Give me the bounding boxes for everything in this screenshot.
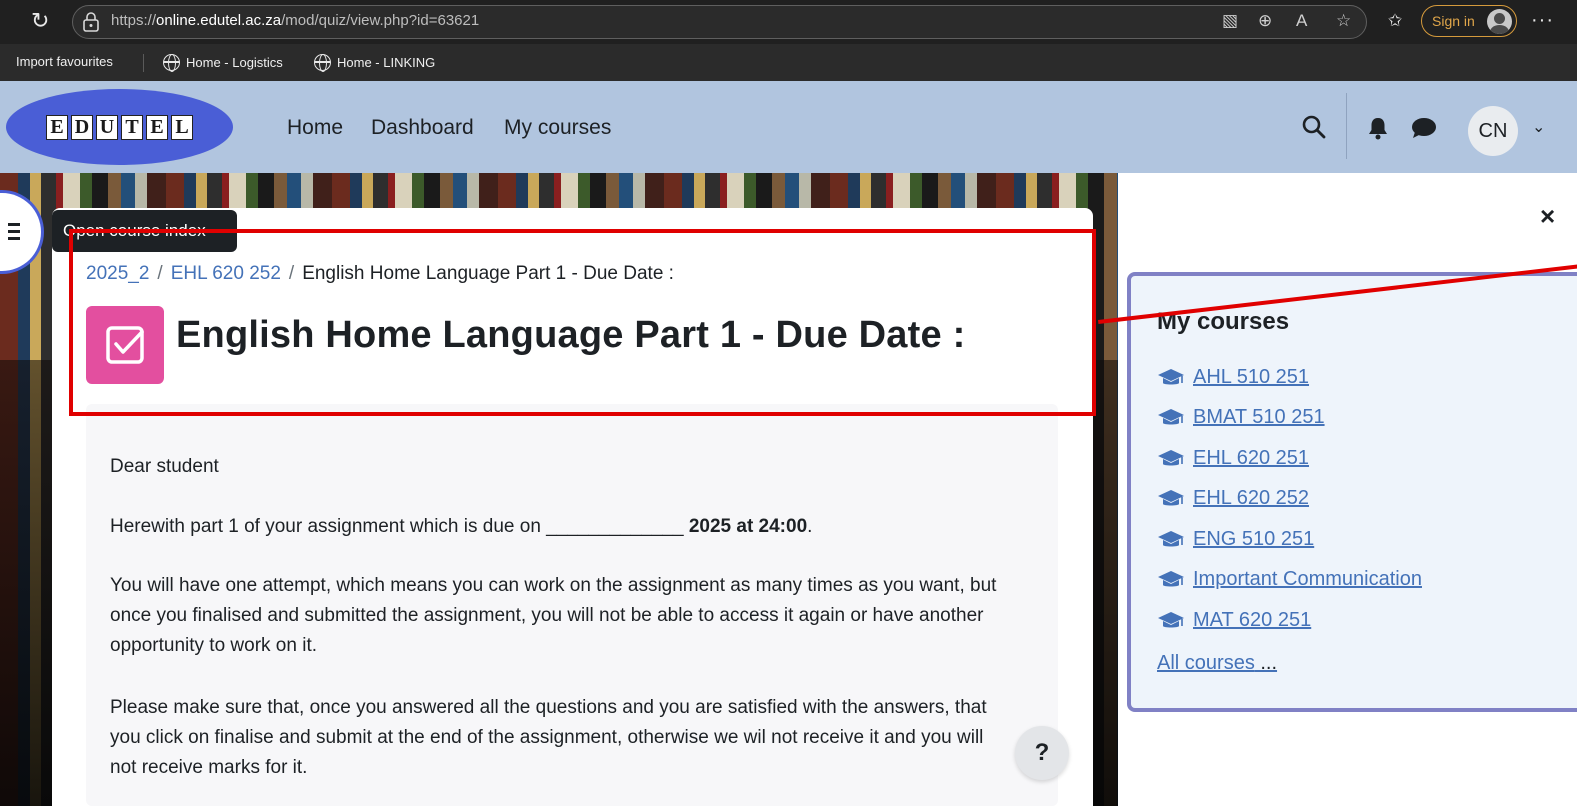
course-link[interactable]: EHL 620 251 [1157, 447, 1309, 470]
course-link[interactable]: Important Communication [1157, 568, 1422, 591]
logo-letter: E [46, 114, 68, 140]
annotation-highlight-box [69, 229, 1096, 416]
menu-icon [8, 223, 20, 244]
course-label: AHL 510 251 [1193, 366, 1310, 388]
all-courses-link[interactable]: All courses ... [1157, 652, 1277, 675]
logo-letter: E [146, 114, 168, 140]
course-label: EHL 620 252 [1193, 487, 1310, 509]
favourite-star-icon[interactable]: ☆ [1336, 11, 1351, 31]
logo-letter: T [121, 114, 143, 140]
favourite-home-logistics[interactable]: Home - Logistics [163, 54, 283, 72]
globe-icon [163, 54, 180, 72]
favourites-list-icon[interactable]: ✩ [1388, 11, 1402, 31]
intro-greeting: Dear student [110, 456, 219, 477]
chevron-down-icon[interactable]: ⌄ [1532, 117, 1545, 137]
course-label: Important Communication [1193, 568, 1422, 590]
intro-attempt-info: You will have one attempt, which means y… [110, 575, 997, 656]
navbar-divider [1346, 93, 1347, 159]
favourites-bar: Import favourites Home - Logistics Home … [0, 44, 1577, 81]
graduation-cap-icon [1158, 489, 1184, 505]
nav-home[interactable]: Home [287, 116, 343, 140]
logo-letter: D [71, 114, 93, 140]
reload-icon[interactable]: ↻ [31, 9, 49, 33]
reader-off-icon[interactable]: ▧ [1222, 11, 1238, 31]
read-aloud-icon[interactable]: A [1296, 11, 1307, 31]
course-link[interactable]: BMAT 510 251 [1157, 406, 1325, 429]
course-link[interactable]: ENG 510 251 [1157, 528, 1314, 551]
site-info-icon[interactable] [82, 12, 100, 32]
close-drawer-icon[interactable]: × [1540, 201, 1555, 232]
profile-avatar-icon [1487, 9, 1512, 34]
zoom-icon[interactable]: ⊕ [1258, 11, 1272, 31]
course-link[interactable]: EHL 620 252 [1157, 487, 1309, 510]
course-link[interactable]: MAT 620 251 [1157, 609, 1311, 632]
url-text[interactable]: https://online.edutel.ac.za/mod/quiz/vie… [111, 12, 479, 29]
graduation-cap-icon [1158, 530, 1184, 546]
favourite-home-linking[interactable]: Home - LINKING [314, 54, 435, 72]
course-label: EHL 620 251 [1193, 447, 1310, 469]
sign-in-button[interactable]: Sign in [1421, 5, 1517, 37]
site-navbar: E D U T E L Home Dashboard My courses CN… [0, 81, 1577, 173]
favourites-divider [143, 54, 144, 72]
messages-chat-icon[interactable] [1411, 117, 1437, 139]
nav-dashboard[interactable]: Dashboard [371, 116, 474, 140]
logo-letter: U [96, 114, 118, 140]
notifications-bell-icon[interactable] [1367, 116, 1389, 140]
import-favourites-link[interactable]: Import favourites [16, 54, 113, 69]
intro-due-date: Herewith part 1 of your assignment which… [110, 516, 813, 537]
course-label: BMAT 510 251 [1193, 406, 1325, 428]
course-label: ENG 510 251 [1193, 528, 1315, 550]
nav-my-courses[interactable]: My courses [504, 116, 611, 140]
user-avatar[interactable]: CN [1468, 106, 1518, 156]
course-link[interactable]: AHL 510 251 [1157, 366, 1309, 389]
graduation-cap-icon [1158, 570, 1184, 586]
course-label: MAT 620 251 [1193, 609, 1312, 631]
help-button[interactable]: ? [1015, 726, 1069, 780]
globe-icon [314, 54, 331, 72]
graduation-cap-icon [1158, 408, 1184, 424]
more-options-icon[interactable]: ··· [1531, 9, 1554, 32]
browser-toolbar: ↻ https://online.edutel.ac.za/mod/quiz/v… [0, 0, 1577, 44]
graduation-cap-icon [1158, 449, 1184, 465]
search-icon[interactable] [1301, 114, 1327, 140]
graduation-cap-icon [1158, 611, 1184, 627]
logo-letter: L [171, 114, 193, 140]
intro-submit-info: Please make sure that, once you answered… [110, 697, 987, 778]
edutel-logo[interactable]: E D U T E L [6, 89, 233, 165]
graduation-cap-icon [1158, 368, 1184, 384]
